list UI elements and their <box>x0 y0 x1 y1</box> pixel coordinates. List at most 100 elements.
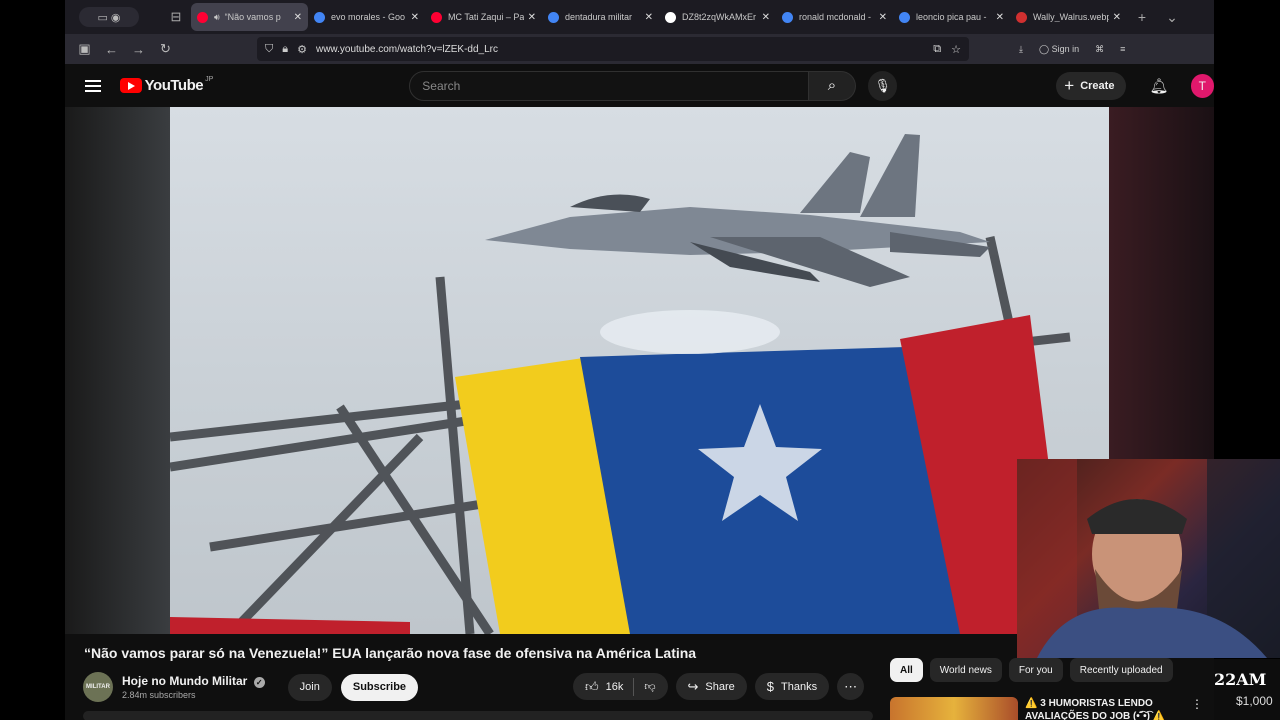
channel-name[interactable]: Hoje no Mundo Militar <box>122 674 247 688</box>
tab-favicon-icon <box>431 11 442 23</box>
picture-in-picture-icon[interactable]: ⧉ <box>933 43 941 56</box>
recommendation-menu-icon[interactable]: ⋮ <box>1191 697 1203 720</box>
video-title: “Não vamos parar só na Venezuela!” EUA l… <box>84 645 697 661</box>
plus-icon: + <box>1064 75 1075 95</box>
forward-arrow-icon[interactable]: → <box>125 42 152 57</box>
voice-search-mic-icon[interactable]: 🎙︎ <box>867 70 898 101</box>
tab-bar: ▭ ◉ ⊟ 🔊︎ “Não vamos p ✕ evo morales - Goo ✕ M… <box>65 0 1214 34</box>
tab-favicon-icon <box>782 11 793 23</box>
thanks-label: Thanks <box>781 680 818 693</box>
menu-icon[interactable]: ≡ <box>1120 44 1125 54</box>
filter-chip[interactable]: World news <box>929 658 1002 682</box>
like-separator <box>633 677 635 696</box>
browser-tab[interactable]: evo morales - Goo ✕ <box>308 3 425 31</box>
youtube-logo-text: YouTube <box>144 77 204 94</box>
like-thumb-icon[interactable]: 👍︎ <box>585 679 599 695</box>
share-arrow-icon: ↪ <box>687 678 699 694</box>
browser-tab[interactable]: dentadura militar ✕ <box>542 3 659 31</box>
search-button[interactable]: ⌕ <box>808 70 856 101</box>
filter-chips: All World news For you Recently uploaded <box>890 658 1180 682</box>
create-button[interactable]: + Create <box>1056 71 1127 100</box>
video-player[interactable] <box>170 107 1109 634</box>
tab-close-icon[interactable]: ✕ <box>645 12 653 23</box>
tab-title: Wally_Walrus.webp <box>1033 12 1109 22</box>
tab-folder-icon[interactable]: ⊟ <box>161 9 191 25</box>
tab-close-icon[interactable]: ✕ <box>762 12 770 23</box>
share-label: Share <box>705 680 735 693</box>
streamer-image <box>1017 459 1280 658</box>
search-input[interactable]: Search <box>409 70 809 101</box>
back-arrow-icon[interactable]: ← <box>98 42 125 57</box>
tab-favicon-icon <box>899 11 910 23</box>
tab-favicon-icon <box>548 11 559 23</box>
share-button[interactable]: ↪ Share <box>675 673 747 700</box>
subscribe-button[interactable]: Subscribe <box>340 673 419 701</box>
address-bar[interactable]: ⛉ 🔒︎ ⚙ www.youtube.com/watch?v=lZEK-dd_L… <box>257 37 969 61</box>
channel-row: MILITAR Hoje no Mundo Militar ✓ 2.84m su… <box>83 672 419 702</box>
browser-tab[interactable]: Wally_Walrus.webp ✕ <box>1010 3 1127 31</box>
tab-close-icon[interactable]: ✕ <box>879 12 887 23</box>
tab-title: leoncio pica pau - <box>916 12 987 22</box>
verified-check-icon: ✓ <box>253 677 265 688</box>
tab-close-icon[interactable]: ✕ <box>528 12 536 23</box>
more-actions-icon[interactable]: ⋯ <box>837 673 865 700</box>
downloads-icon[interactable]: ⤓ <box>1019 44 1023 55</box>
browser-tab[interactable]: DZ8t2zqWkAMxEr ✕ <box>659 3 776 31</box>
create-label: Create <box>1080 79 1115 92</box>
sidebar-icon[interactable]: ▣ <box>71 41 98 57</box>
lock-icon[interactable]: 🔒︎ <box>282 43 288 56</box>
overlay-strip <box>1214 659 1280 720</box>
permissions-icon[interactable]: ⚙ <box>297 43 307 56</box>
bookmark-star-icon[interactable]: ☆ <box>951 43 961 56</box>
youtube-logo[interactable]: YouTube JP <box>119 76 213 94</box>
tab-title: DZ8t2zqWkAMxEr <box>682 12 757 22</box>
like-dislike-group: 👍︎ 16k 👎︎ <box>573 673 668 700</box>
tab-sidebar-toggle[interactable]: ▭ ◉ <box>79 7 139 27</box>
tab-close-icon[interactable]: ✕ <box>996 12 1004 23</box>
tab-favicon-icon <box>1016 11 1027 23</box>
extensions-icon[interactable]: ⌘ <box>1095 44 1104 55</box>
filter-chip[interactable]: Recently uploaded <box>1069 658 1173 682</box>
tab-close-icon[interactable]: ✕ <box>1113 12 1121 23</box>
hamburger-menu-icon[interactable] <box>85 77 101 95</box>
reload-icon[interactable]: ↻ <box>152 41 179 57</box>
video-frame-image <box>170 134 1071 634</box>
sign-in-button[interactable]: ◯ Sign in <box>1039 44 1079 55</box>
dislike-thumb-icon[interactable]: 👎︎ <box>644 680 655 693</box>
sign-in-label: Sign in <box>1051 43 1080 54</box>
tab-favicon-icon <box>665 11 676 23</box>
subscriber-count: 2.84m subscribers <box>122 690 196 700</box>
new-tab-plus-icon[interactable]: + <box>1127 9 1157 25</box>
recommendation-title[interactable]: ⚠️ 3 HUMORISTAS LENDO AVALIAÇÕES DO JOB … <box>1025 697 1185 720</box>
browser-tab[interactable]: 🔊︎ “Não vamos p ✕ <box>191 3 308 31</box>
notifications-bell-icon[interactable]: 🔔︎ <box>1149 77 1168 95</box>
like-count[interactable]: 16k <box>606 681 624 693</box>
browser-tab[interactable]: ronald mcdonald - ✕ <box>776 3 893 31</box>
thanks-button[interactable]: $ Thanks <box>754 673 830 700</box>
tab-close-icon[interactable]: ✕ <box>294 12 302 23</box>
thanks-dollar-icon: $ <box>766 679 775 694</box>
overlay-money: $1,000 <box>1236 694 1273 708</box>
filter-chip[interactable]: For you <box>1008 658 1063 682</box>
join-button[interactable]: Join <box>287 673 332 701</box>
tab-audio-icon[interactable]: 🔊︎ <box>214 12 220 23</box>
recommendation-thumbnail[interactable] <box>890 697 1018 720</box>
description-box-edge <box>83 711 873 720</box>
tab-list-chevron-icon[interactable]: ⌄ <box>1157 9 1187 26</box>
channel-avatar[interactable]: MILITAR <box>83 672 113 702</box>
youtube-header: YouTube JP Search ⌕ 🎙︎ + Create 🔔︎ T <box>65 64 1214 107</box>
tab-strip: 🔊︎ “Não vamos p ✕ evo morales - Goo ✕ MC Tati… <box>191 3 1127 31</box>
browser-tab[interactable]: MC Tati Zaqui – Pa ✕ <box>425 3 542 31</box>
tab-close-icon[interactable]: ✕ <box>411 12 419 23</box>
url-text[interactable]: www.youtube.com/watch?v=lZEK-dd_Lrc <box>316 44 923 55</box>
browser-tab[interactable]: leoncio pica pau - ✕ <box>893 3 1010 31</box>
filter-chip[interactable]: All <box>890 658 923 682</box>
tab-title: MC Tati Zaqui – Pa <box>448 12 524 22</box>
tab-title: “Não vamos p <box>224 12 281 22</box>
search-icon: ⌕ <box>827 77 837 94</box>
shield-icon[interactable]: ⛉ <box>265 43 273 56</box>
recommendation-item[interactable]: ⚠️ 3 HUMORISTAS LENDO AVALIAÇÕES DO JOB … <box>890 697 1203 720</box>
youtube-play-icon <box>119 78 142 93</box>
tab-favicon-icon <box>314 11 325 23</box>
account-avatar[interactable]: T <box>1190 73 1214 98</box>
